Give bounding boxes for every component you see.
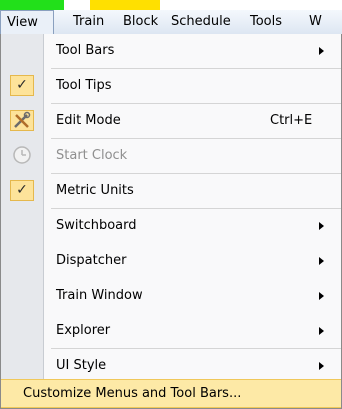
tools-icon bbox=[10, 110, 34, 131]
menu-item-edit-mode[interactable]: Edit Mode Ctrl+E bbox=[1, 104, 341, 137]
submenu-arrow-icon bbox=[319, 222, 324, 230]
menu-tools[interactable]: Tools bbox=[250, 10, 282, 34]
menu-window[interactable]: W bbox=[309, 10, 322, 34]
menu-item-label: Explorer bbox=[56, 323, 111, 338]
submenu-arrow-icon bbox=[319, 257, 324, 265]
menu-item-label: Tool Tips bbox=[56, 78, 112, 93]
menu-item-switchboard[interactable]: Switchboard bbox=[1, 209, 341, 242]
menu-item-label: Edit Mode bbox=[56, 113, 121, 128]
submenu-arrow-icon bbox=[319, 362, 324, 370]
menu-view-label: View bbox=[7, 15, 38, 30]
menu-view[interactable]: View bbox=[0, 10, 54, 34]
menu-item-label: Start Clock bbox=[56, 148, 128, 163]
menu-window-label: W bbox=[309, 14, 322, 29]
view-dropdown-menu: Tool Bars ✓ Tool Tips Edit Mode Ctrl+E S… bbox=[0, 34, 342, 409]
menu-item-label: Dispatcher bbox=[56, 253, 127, 268]
clock-icon bbox=[12, 145, 32, 165]
menu-schedule[interactable]: Schedule bbox=[171, 10, 231, 34]
shortcut-label: Ctrl+E bbox=[270, 113, 313, 128]
yellow-highlight-bar bbox=[90, 0, 160, 10]
top-strip bbox=[0, 0, 342, 10]
menu-item-metric-units[interactable]: ✓ Metric Units bbox=[1, 174, 341, 207]
menu-tools-label: Tools bbox=[250, 14, 283, 29]
menu-item-dispatcher[interactable]: Dispatcher bbox=[1, 244, 341, 277]
menu-item-ui-style[interactable]: UI Style bbox=[1, 349, 341, 382]
menu-item-tool-bars[interactable]: Tool Bars bbox=[1, 34, 341, 67]
menu-schedule-label: Schedule bbox=[171, 14, 231, 29]
menu-item-label: Train Window bbox=[56, 288, 143, 303]
menu-item-label: Customize Menus and Tool Bars... bbox=[23, 386, 242, 401]
menu-item-tool-tips[interactable]: ✓ Tool Tips bbox=[1, 69, 341, 102]
menu-item-label: Switchboard bbox=[56, 218, 137, 233]
check-icon: ✓ bbox=[10, 75, 34, 96]
menu-block[interactable]: Block bbox=[123, 10, 158, 34]
menu-train-label: Train bbox=[73, 14, 105, 29]
menu-block-label: Block bbox=[123, 14, 159, 29]
submenu-arrow-icon bbox=[319, 292, 324, 300]
green-highlight-bar bbox=[0, 0, 64, 10]
menu-item-label: Tool Bars bbox=[56, 43, 115, 58]
submenu-arrow-icon bbox=[319, 327, 324, 335]
menu-train[interactable]: Train bbox=[73, 10, 104, 34]
menu-item-start-clock[interactable]: Start Clock bbox=[1, 139, 341, 172]
menu-item-train-window[interactable]: Train Window bbox=[1, 279, 341, 312]
menu-item-customize[interactable]: Customize Menus and Tool Bars... bbox=[1, 379, 341, 408]
submenu-arrow-icon bbox=[319, 47, 324, 55]
menu-bar: View Train Block Schedule Tools W bbox=[0, 10, 342, 35]
menu-item-label: Metric Units bbox=[56, 183, 134, 198]
check-icon: ✓ bbox=[10, 180, 34, 201]
menu-item-explorer[interactable]: Explorer bbox=[1, 314, 341, 347]
menu-item-label: UI Style bbox=[56, 358, 107, 373]
